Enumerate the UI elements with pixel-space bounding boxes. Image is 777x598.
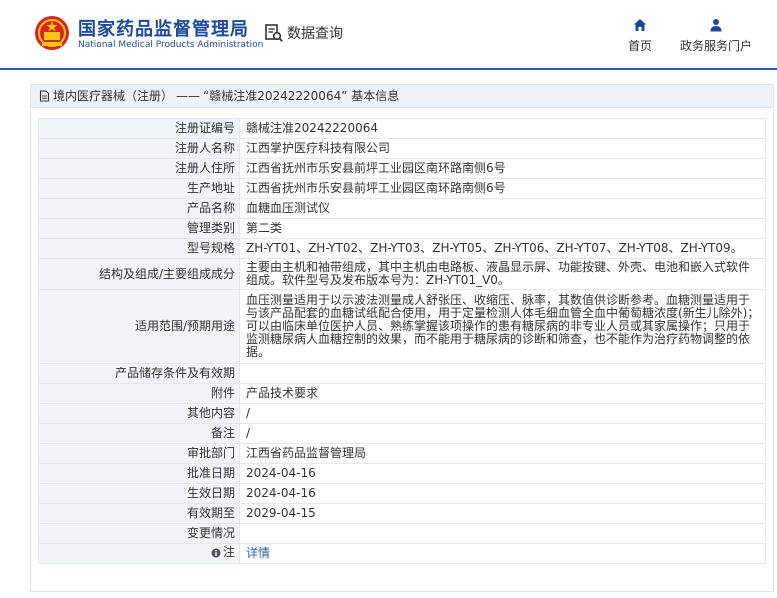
table-row: 有效期至 2029-04-15 xyxy=(38,503,766,524)
site-title: 国家药品监督管理局 xyxy=(78,19,249,40)
row-label: 批准日期 xyxy=(38,463,240,484)
row-label: 型号规格 xyxy=(38,238,240,259)
table-row: 附件 产品技术要求 xyxy=(38,383,766,404)
table-row: 注册证编号 赣械注准20242220064 xyxy=(38,118,766,139)
row-label: 变更情况 xyxy=(38,523,240,544)
note-label-text: 注 xyxy=(222,545,235,560)
table-row: 结构及组成/主要组成成分 主要由主机和袖带组成，其中主机由电路板、液晶显示屏、功… xyxy=(38,258,766,290)
details-link[interactable]: 详情 xyxy=(239,543,766,564)
row-label: 注 xyxy=(38,543,240,564)
row-label: 适用范围/预期用途 xyxy=(38,289,240,364)
site-subtitle: National Medical Products Administration xyxy=(78,40,264,50)
table-row: 注 详情 xyxy=(38,543,766,564)
user-icon xyxy=(710,19,722,32)
row-value: 江西省抚州市乐安县前坪工业园区南环路南侧6号 xyxy=(239,158,766,179)
table-row: 适用范围/预期用途 血压测量适用于以示波法测量成人舒张压、收缩压、脉率，其数值供… xyxy=(38,289,766,364)
row-label: 结构及组成/主要组成成分 xyxy=(38,258,240,290)
row-label: 附件 xyxy=(38,383,240,404)
table-row: 备注 / xyxy=(38,423,766,444)
row-label: 注册人名称 xyxy=(38,138,240,159)
row-label: 管理类别 xyxy=(38,218,240,239)
row-label: 审批部门 xyxy=(38,443,240,464)
row-value: 2024-04-16 xyxy=(239,463,766,484)
document-icon xyxy=(39,90,50,102)
row-label: 有效期至 xyxy=(38,503,240,524)
breadcrumb: 境内医疗器械（注册） —— “赣械注准20242220064” 基本信息 xyxy=(31,85,773,108)
document-search-icon xyxy=(265,24,283,42)
table-row: 产品储存条件及有效期 xyxy=(38,363,766,384)
note-label: 注 xyxy=(211,546,235,559)
row-value: 江西掌护医疗科技有限公司 xyxy=(239,138,766,159)
nav-home-label: 首页 xyxy=(627,39,652,53)
table-row: 生效日期 2024-04-16 xyxy=(38,483,766,504)
data-query-link[interactable]: 数据查询 xyxy=(264,22,343,44)
row-value: 2024-04-16 xyxy=(239,483,766,504)
table-row: 批准日期 2024-04-16 xyxy=(38,463,766,484)
row-value xyxy=(239,363,766,384)
row-value: 血糖血压测试仪 xyxy=(239,198,766,219)
row-value: 江西省抚州市乐安县前坪工业园区南环路南侧6号 xyxy=(239,178,766,199)
row-value: / xyxy=(239,403,766,424)
table-row: 变更情况 xyxy=(38,523,766,544)
nav-home[interactable]: 首页 xyxy=(622,18,658,54)
row-value: 赣械注准20242220064 xyxy=(239,118,766,139)
row-label: 生效日期 xyxy=(38,483,240,504)
row-label: 注册人住所 xyxy=(38,158,240,179)
breadcrumb-section[interactable]: 境内医疗器械（注册） xyxy=(53,85,173,107)
row-value: 2029-04-15 xyxy=(239,503,766,524)
row-value xyxy=(239,523,766,544)
table-row: 管理类别 第二类 xyxy=(38,218,766,239)
table-row: 注册人住所 江西省抚州市乐安县前坪工业园区南环路南侧6号 xyxy=(38,158,766,179)
breadcrumb-separator: —— xyxy=(176,89,201,103)
row-value: 产品技术要求 xyxy=(239,383,766,404)
info-icon xyxy=(211,548,221,558)
row-label: 产品名称 xyxy=(38,198,240,219)
data-query-label: 数据查询 xyxy=(287,26,343,42)
site-header: 国家药品监督管理局 National Medical Products Admi… xyxy=(0,0,777,70)
row-value: 第二类 xyxy=(239,218,766,239)
row-value: 主要由主机和袖带组成，其中主机由电路板、液晶显示屏、功能按键、外壳、电池和嵌入式… xyxy=(239,258,766,290)
row-value: ZH-YT01、ZH-YT02、ZH-YT03、ZH-YT05、ZH-YT06、… xyxy=(239,238,766,259)
detail-panel: 境内医疗器械（注册） —— “赣械注准20242220064” 基本信息 注册证… xyxy=(30,84,774,592)
row-label: 注册证编号 xyxy=(38,118,240,139)
table-row: 型号规格 ZH-YT01、ZH-YT02、ZH-YT03、ZH-YT05、ZH-… xyxy=(38,238,766,259)
national-emblem-icon xyxy=(35,16,69,50)
registration-info-table: 注册证编号 赣械注准20242220064 注册人名称 江西掌护医疗科技有限公司… xyxy=(38,118,766,564)
row-value: 江西省药品监督管理局 xyxy=(239,443,766,464)
row-value: 血压测量适用于以示波法测量成人舒张压、收缩压、脉率，其数值供诊断参考。血糖测量适… xyxy=(239,289,766,364)
nav-service-portal[interactable]: 政务服务门户 xyxy=(678,18,754,54)
row-label: 生产地址 xyxy=(38,178,240,199)
table-row: 注册人名称 江西掌护医疗科技有限公司 xyxy=(38,138,766,159)
nav-service-portal-label: 政务服务门户 xyxy=(679,39,752,53)
table-row: 审批部门 江西省药品监督管理局 xyxy=(38,443,766,464)
home-icon xyxy=(634,19,646,31)
table-row: 产品名称 血糖血压测试仪 xyxy=(38,198,766,219)
row-label: 其他内容 xyxy=(38,403,240,424)
breadcrumb-current: “赣械注准20242220064” 基本信息 xyxy=(203,89,400,103)
table-row: 其他内容 / xyxy=(38,403,766,424)
row-label: 产品储存条件及有效期 xyxy=(38,363,240,384)
row-label: 备注 xyxy=(38,423,240,444)
row-value: / xyxy=(239,423,766,444)
table-row: 生产地址 江西省抚州市乐安县前坪工业园区南环路南侧6号 xyxy=(38,178,766,199)
